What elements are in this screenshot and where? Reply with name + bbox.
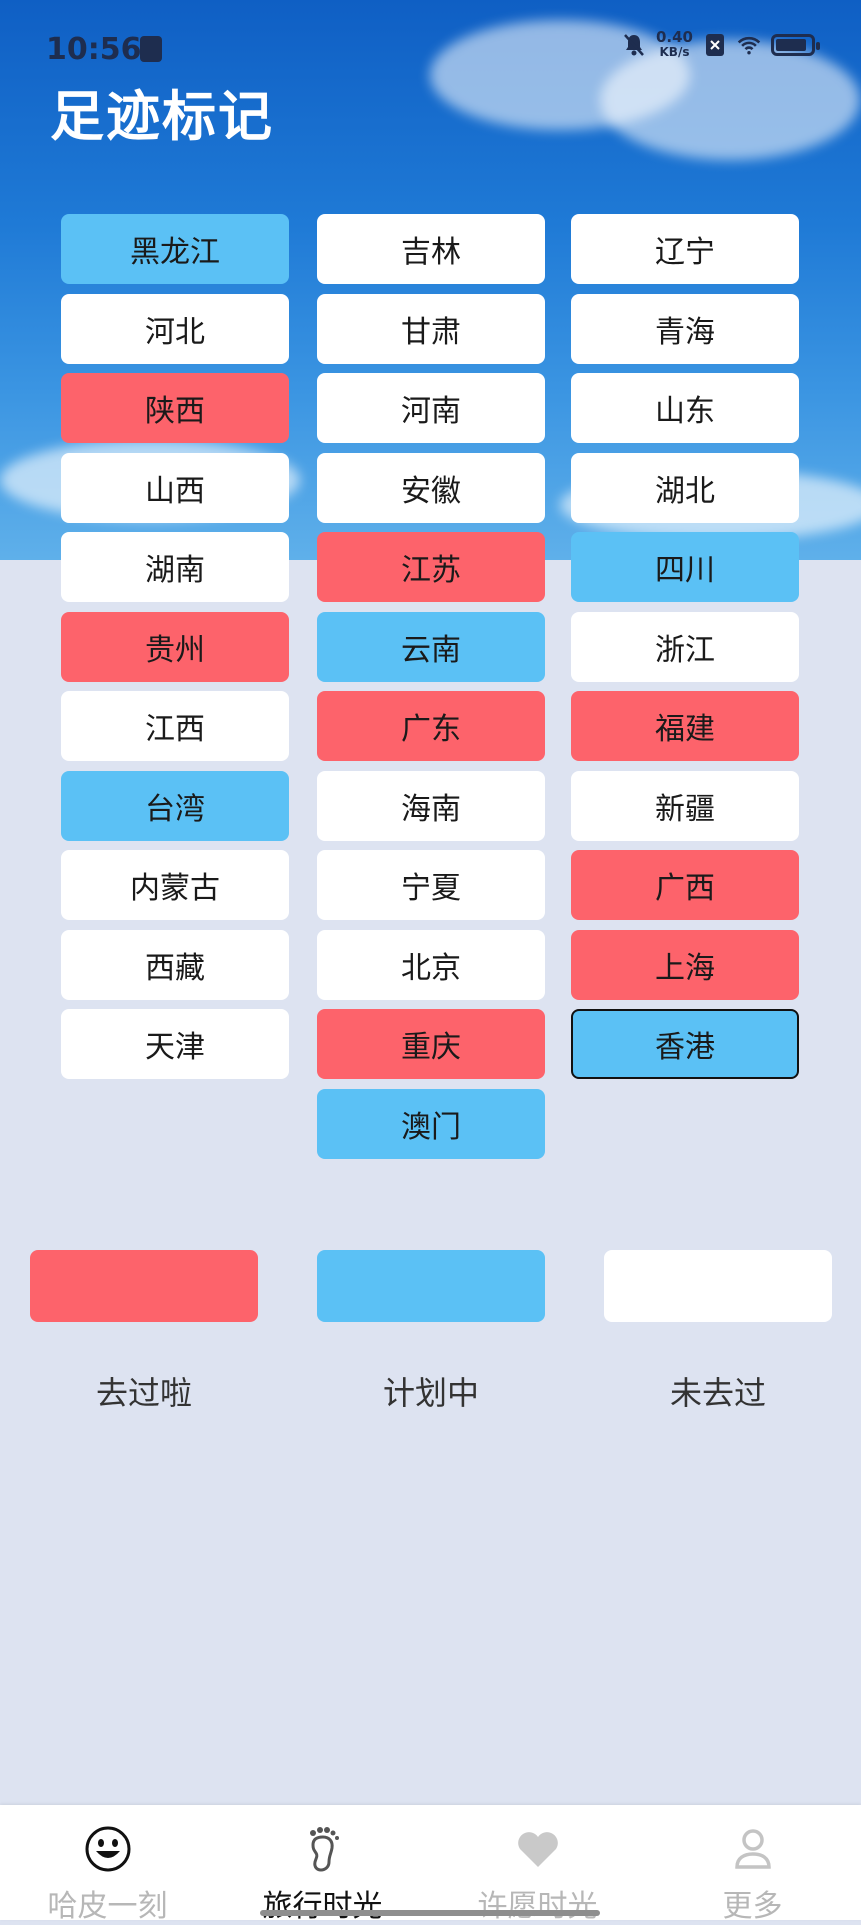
province-button[interactable]: 辽宁 [571, 214, 799, 284]
no-sim-icon [703, 33, 727, 57]
legend-label-visited: 去过啦 [95, 1374, 192, 1412]
province-button[interactable]: 广西 [571, 850, 799, 920]
province-button[interactable]: 吉林 [317, 214, 545, 284]
nav-label: 更多 [722, 1889, 783, 1924]
battery-icon [771, 34, 820, 56]
province-button[interactable]: 广东 [317, 691, 545, 761]
network-speed-value: 0.40 [655, 28, 693, 46]
legend-label-not-visited: 未去过 [669, 1374, 766, 1412]
nav-label: 许愿时光 [477, 1889, 598, 1924]
nav-item-happy-moment[interactable]: 哈皮一刻 [0, 1805, 215, 1924]
province-button[interactable]: 新疆 [571, 771, 799, 841]
person-icon [729, 1825, 777, 1873]
province-button[interactable]: 山东 [571, 373, 799, 443]
province-button[interactable]: 北京 [317, 930, 545, 1000]
province-button[interactable]: 海南 [317, 771, 545, 841]
province-button[interactable]: 福建 [571, 691, 799, 761]
province-button[interactable]: 天津 [61, 1009, 289, 1079]
nav-item-wish-time[interactable]: 许愿时光 [430, 1805, 645, 1924]
sim-card-icon [140, 36, 162, 62]
status-time: 10:56 [46, 32, 142, 67]
province-button[interactable]: 贵州 [61, 612, 289, 682]
province-button[interactable]: 台湾 [61, 771, 289, 841]
province-button[interactable]: 重庆 [317, 1009, 545, 1079]
legend-swatch-visited [30, 1250, 258, 1322]
page-title: 足迹标记 [50, 85, 274, 148]
bottom-navigation: 哈皮一刻 旅行时光 许愿时光 更多 [0, 1805, 861, 1924]
home-indicator [260, 1910, 600, 1916]
network-speed: 0.40 KB/s [656, 30, 693, 60]
province-button[interactable]: 四川 [571, 532, 799, 602]
smiley-face-icon [84, 1825, 132, 1873]
province-button[interactable]: 香港 [571, 1009, 799, 1079]
province-button[interactable]: 陕西 [61, 373, 289, 443]
province-button[interactable]: 湖南 [61, 532, 289, 602]
province-button[interactable]: 湖北 [571, 453, 799, 523]
province-button[interactable]: 河南 [317, 373, 545, 443]
province-button[interactable]: 江苏 [317, 532, 545, 602]
province-button[interactable]: 江西 [61, 691, 289, 761]
province-button[interactable]: 山西 [61, 453, 289, 523]
heart-icon [514, 1825, 562, 1873]
battery-level [776, 39, 806, 51]
province-button[interactable]: 云南 [317, 612, 545, 682]
network-speed-unit: KB/s [659, 45, 690, 59]
province-button[interactable]: 内蒙古 [61, 850, 289, 920]
nav-item-travel-time[interactable]: 旅行时光 [215, 1805, 430, 1924]
footprint-icon [299, 1825, 347, 1873]
nav-item-more[interactable]: 更多 [645, 1805, 860, 1924]
province-button[interactable]: 河北 [61, 294, 289, 364]
province-button[interactable]: 浙江 [571, 612, 799, 682]
province-button[interactable]: 青海 [571, 294, 799, 364]
province-button[interactable]: 西藏 [61, 930, 289, 1000]
nav-label: 旅行时光 [262, 1889, 383, 1924]
mute-bell-icon [622, 33, 646, 57]
province-button[interactable]: 上海 [571, 930, 799, 1000]
province-button[interactable]: 黑龙江 [61, 214, 289, 284]
legend-swatch-not-visited [604, 1250, 832, 1322]
legend-swatch-planned [317, 1250, 545, 1322]
wifi-icon [737, 33, 761, 57]
province-button[interactable]: 甘肃 [317, 294, 545, 364]
legend-label-planned: 计划中 [382, 1374, 479, 1412]
nav-label: 哈皮一刻 [47, 1889, 168, 1924]
province-button[interactable]: 宁夏 [317, 850, 545, 920]
province-button[interactable]: 澳门 [317, 1089, 545, 1159]
province-button[interactable]: 安徽 [317, 453, 545, 523]
status-icons: 0.40 KB/s [622, 30, 820, 60]
